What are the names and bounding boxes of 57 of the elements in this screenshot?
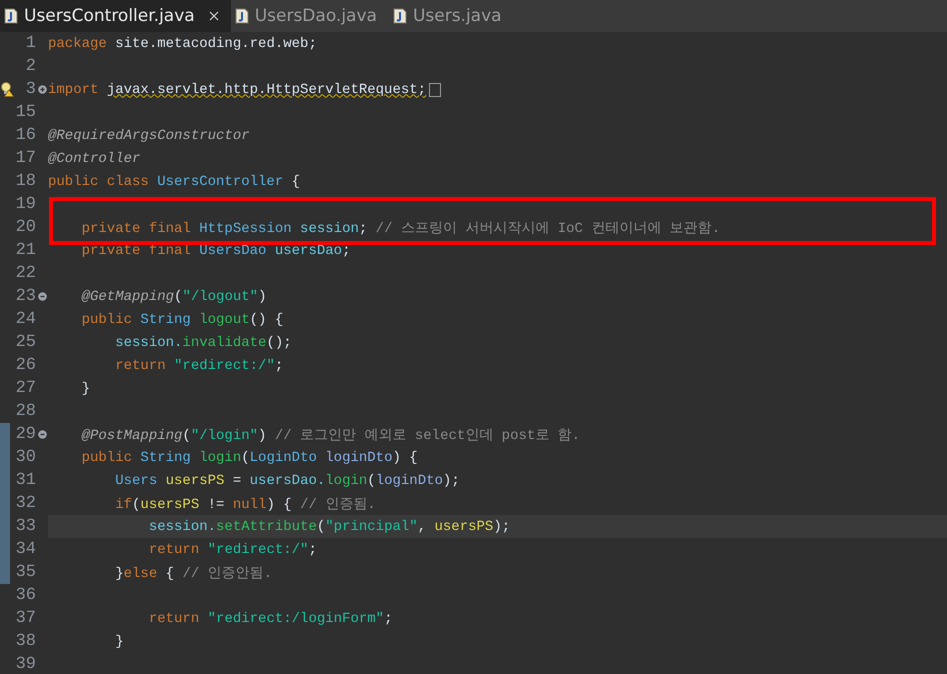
line-number: 32 [14, 494, 36, 513]
code-line: @RequiredArgsConstructor [48, 128, 250, 144]
line-number: 33 [14, 517, 36, 536]
line-number: 29 [14, 425, 36, 444]
line-number: 23 [14, 287, 36, 306]
line-number: 31 [14, 471, 36, 490]
code-line: return "redirect:/"; [114, 358, 284, 374]
java-file-icon [392, 8, 407, 24]
line-number: 28 [14, 402, 36, 421]
line-number: 24 [14, 310, 36, 329]
code-line: return "redirect:/loginForm"; [148, 610, 392, 626]
code-line: } [114, 634, 124, 650]
line-number: 17 [14, 149, 36, 168]
code-line: } [80, 380, 90, 396]
code-line: session.invalidate(); [114, 334, 292, 350]
code-line: return "redirect:/"; [148, 542, 317, 558]
line-number: 16 [14, 126, 36, 145]
line-number: 18 [14, 172, 36, 191]
line-number: 22 [14, 264, 36, 283]
code-line: }else { // 인증안됨. [114, 564, 272, 582]
java-file-icon [4, 8, 18, 24]
line-number: 3 [24, 80, 36, 99]
line-number: 39 [14, 655, 36, 674]
line-number: 2 [24, 57, 36, 76]
code-line: session.setAttribute("principal", usersPS); [148, 518, 510, 534]
line-number: 27 [14, 379, 36, 398]
java-file-icon [234, 8, 249, 24]
code-line: private final HttpSession session; // 스프링이 서버시작시에 IoC 컨테이너에 보관함. [80, 220, 720, 236]
line-number: 30 [14, 448, 36, 467]
line-number: 36 [14, 586, 36, 605]
line-number: 1 [24, 34, 36, 53]
code-line: package site.metacoding.red.web; [48, 36, 317, 52]
line-number: 21 [14, 241, 36, 260]
code-line: public String logout() { [80, 312, 284, 328]
line-number: 38 [14, 632, 36, 651]
line-number: 25 [14, 333, 36, 352]
line-number: 37 [14, 609, 36, 628]
code-line: @Controller [48, 150, 140, 166]
code-line: import javax.servlet.http.HttpServletRequest; [48, 82, 426, 98]
line-number: 35 [14, 563, 36, 582]
line-number: 15 [14, 103, 36, 122]
code-line: if(usersPS != null) { // 인증됨. [114, 496, 376, 512]
line-number: 26 [14, 356, 36, 375]
code-line: @PostMapping("/login") // 로그인만 예외로 select인데 post로 함. [80, 426, 580, 444]
code-line: public String login(LoginDto loginDto) { [80, 450, 418, 466]
code-line: Users usersPS = usersDao.login(loginDto); [114, 472, 460, 488]
folded-code-icon[interactable] [429, 82, 442, 96]
collapse-icon[interactable] [38, 430, 47, 439]
lightbulb-warning-icon[interactable] [0, 82, 14, 97]
code-line: public class UsersController { [48, 174, 300, 190]
line-number: 19 [14, 195, 36, 214]
code-line: @GetMapping("/logout") [80, 288, 266, 304]
collapse-icon[interactable] [38, 292, 47, 301]
line-number: 20 [14, 218, 36, 237]
line-number: 34 [14, 540, 36, 559]
expand-icon[interactable] [38, 85, 47, 94]
editor-tab[interactable]: UsersController.java [0, 0, 231, 32]
